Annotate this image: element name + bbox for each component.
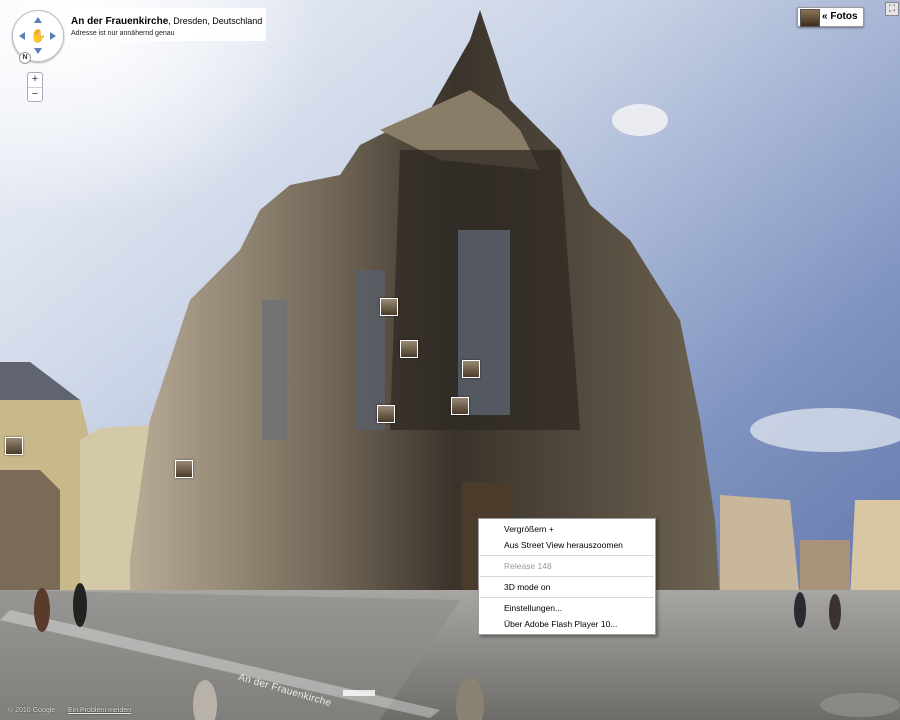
pan-down-icon[interactable] [34, 48, 42, 54]
menu-item-zoom-out-street-view[interactable]: Aus Street View herauszoomen [479, 537, 655, 553]
photo-marker[interactable] [377, 405, 395, 423]
zoom-out-button[interactable]: − [28, 87, 42, 102]
context-menu: Vergrößern + Aus Street View herauszoome… [478, 518, 656, 635]
nav-arrow-ground[interactable] [343, 690, 375, 696]
photo-marker[interactable] [451, 397, 469, 415]
pedestrian [794, 592, 806, 628]
church-window [458, 230, 510, 415]
menu-item-zoom-in[interactable]: Vergrößern + [479, 521, 655, 537]
pedestrian [829, 594, 841, 630]
photo-thumbnail [381, 299, 397, 315]
pedestrian [73, 583, 87, 627]
right-building [720, 495, 800, 600]
pan-up-icon[interactable] [34, 17, 42, 23]
zoom-in-button[interactable]: + [28, 73, 42, 87]
copyright-text: © 2010 Google [8, 707, 56, 714]
menu-separator [480, 597, 654, 598]
photo-thumbnail [176, 461, 192, 477]
cloud [612, 104, 668, 136]
photo-thumbnail [401, 341, 417, 357]
panorama-scene[interactable] [0, 0, 900, 720]
address-title: An der Frauenkirche [71, 16, 169, 27]
photo-thumbnail [378, 406, 394, 422]
pan-right-icon[interactable] [50, 32, 56, 40]
address-accuracy-note: Adresse ist nur annähernd genau [71, 30, 175, 37]
report-problem-link[interactable]: Ein Problem melden [68, 707, 131, 714]
fotos-button-label: « Fotos [822, 11, 858, 22]
menu-item-about-flash[interactable]: Über Adobe Flash Player 10... [479, 616, 655, 632]
church-window [262, 300, 287, 440]
photo-thumbnail-icon [800, 9, 820, 27]
compass-north-icon[interactable]: N [19, 52, 31, 64]
menu-item-release: Release 148 [504, 561, 552, 571]
zoom-control: + − [27, 72, 43, 102]
photo-marker[interactable] [5, 437, 23, 455]
photo-marker[interactable] [175, 460, 193, 478]
photo-thumbnail [452, 398, 468, 414]
menu-separator [480, 555, 654, 556]
address-location: , Dresden, Deutschland [168, 16, 263, 26]
menu-item-3d-mode[interactable]: 3D mode on [479, 579, 655, 595]
pan-left-icon[interactable] [19, 32, 25, 40]
photo-thumbnail [6, 438, 22, 454]
photo-marker[interactable] [462, 360, 480, 378]
menu-item-settings[interactable]: Einstellungen... [479, 600, 655, 616]
left-building-3 [0, 470, 60, 600]
address-line: An der Frauenkirche, Dresden, Deutschlan… [71, 11, 262, 29]
ground-marker [820, 693, 900, 717]
photo-thumbnail [463, 361, 479, 377]
fotos-button[interactable]: « Fotos [797, 7, 864, 27]
pedestrian [34, 588, 50, 632]
photo-marker[interactable] [400, 340, 418, 358]
menu-separator [480, 576, 654, 577]
address-box: An der Frauenkirche, Dresden, Deutschlan… [67, 8, 267, 41]
fullscreen-icon[interactable]: ⛶ [885, 2, 899, 16]
street-view-panorama[interactable]: ✋ N + − An der Frauenkirche, Dresden, De… [0, 0, 900, 720]
right-building-2 [850, 500, 900, 600]
photo-marker[interactable] [380, 298, 398, 316]
hand-icon[interactable]: ✋ [30, 28, 46, 44]
